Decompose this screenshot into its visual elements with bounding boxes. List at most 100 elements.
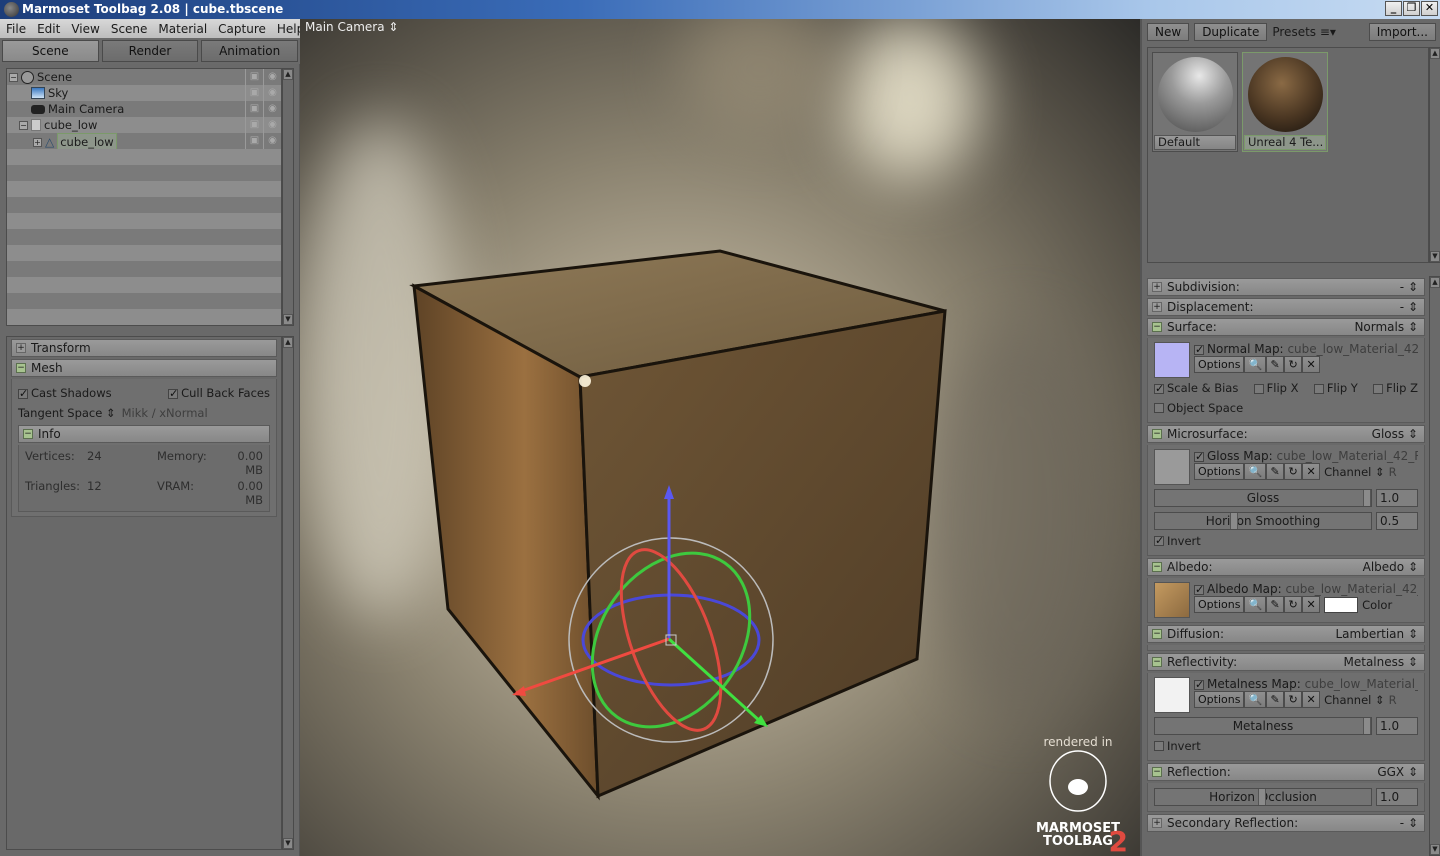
close-button[interactable]: ✕ [1421,1,1438,16]
menu-scene[interactable]: Scene [111,22,148,36]
section-surface[interactable]: − Surface: Normals ⇕ [1147,318,1425,336]
lock-icon[interactable]: ▣ [245,69,263,85]
remove-icon[interactable]: ✕ [1302,596,1321,613]
section-reflectivity[interactable]: − Reflectivity: Metalness ⇕ [1147,653,1425,671]
eye-icon[interactable]: ◉ [263,101,281,117]
remove-icon[interactable]: ✕ [1302,356,1321,373]
material-properties-scrollbar[interactable]: ▲ ▼ [1429,276,1440,856]
search-icon[interactable]: 🔍 [1244,463,1267,480]
subdivision-select[interactable]: - ⇕ [1400,280,1418,294]
minimize-button[interactable]: _ [1385,1,1402,16]
cull-back-faces-checkbox[interactable]: Cull Back Faces [168,386,270,400]
normal-map-thumbnail[interactable] [1154,342,1190,378]
section-info[interactable]: − Info [18,425,270,443]
metalness-invert-checkbox[interactable]: Invert [1154,736,1418,756]
import-button[interactable]: Import... [1368,23,1436,41]
search-icon[interactable]: 🔍 [1244,691,1267,708]
secondary-reflection-select[interactable]: - ⇕ [1400,816,1418,830]
lock-icon[interactable]: ▣ [245,117,263,133]
search-icon[interactable]: 🔍 [1244,596,1267,613]
menu-capture[interactable]: Capture [218,22,266,36]
collapse-toggle[interactable]: − [9,72,18,82]
metalness-map-checkbox[interactable] [1194,678,1204,691]
options-button[interactable]: Options [1194,691,1245,708]
section-albedo[interactable]: − Albedo: Albedo ⇕ [1147,558,1425,576]
tab-animation[interactable]: Animation [201,40,299,62]
eye-icon[interactable]: ◉ [263,133,281,149]
material-swatch-default[interactable]: Default [1152,52,1238,152]
properties-scrollbar[interactable]: ▲ ▼ [282,336,294,850]
outliner-row-scene[interactable]: − Scene ▣ ◉ [7,69,281,85]
metalness-value-input[interactable]: 1.0 [1376,717,1418,735]
slider-knob[interactable] [1258,789,1266,805]
section-displacement[interactable]: + Displacement: - ⇕ [1147,298,1425,316]
tab-scene[interactable]: Scene [2,40,99,62]
albedo-color-swatch[interactable] [1324,596,1359,613]
edit-icon[interactable]: ✎ [1266,356,1285,373]
section-diffusion[interactable]: − Diffusion: Lambertian ⇕ [1147,625,1425,643]
options-button[interactable]: Options [1194,356,1245,373]
checkbox-checked[interactable] [18,387,28,400]
options-button[interactable]: Options [1194,596,1245,613]
menu-edit[interactable]: Edit [37,22,60,36]
options-button[interactable]: Options [1194,463,1245,480]
slider-knob[interactable] [1230,513,1238,529]
lock-icon[interactable]: ▣ [245,85,263,101]
horizon-occlusion-slider[interactable]: Horizon Occlusion [1154,788,1372,806]
menu-view[interactable]: View [71,22,99,36]
reload-icon[interactable]: ↻ [1284,691,1303,708]
channel-select[interactable]: Channel ⇕ [1324,465,1385,479]
flip-y-checkbox[interactable]: Flip Y [1313,381,1358,395]
normal-map-checkbox[interactable] [1194,343,1204,356]
albedo-map-checkbox[interactable] [1194,583,1204,596]
3d-viewport[interactable]: Main Camera ⇕ rendered in MARMOSET TOOLB… [300,19,1140,856]
channel-select[interactable]: Channel ⇕ [1324,693,1385,707]
expand-toggle[interactable]: + [33,137,42,147]
restore-button[interactable]: ❐ [1403,1,1420,16]
albedo-map-thumbnail[interactable] [1154,582,1190,618]
albedo-select[interactable]: Albedo ⇕ [1363,560,1418,574]
section-microsurface[interactable]: − Microsurface: Gloss ⇕ [1147,425,1425,443]
scroll-up-arrow[interactable]: ▲ [283,337,293,348]
remove-icon[interactable]: ✕ [1302,691,1321,708]
horizon-occlusion-input[interactable]: 1.0 [1376,788,1418,806]
object-space-checkbox[interactable]: Object Space [1154,398,1418,418]
reload-icon[interactable]: ↻ [1284,463,1303,480]
displacement-select[interactable]: - ⇕ [1400,300,1418,314]
gloss-value-input[interactable]: 1.0 [1376,489,1418,507]
edit-icon[interactable]: ✎ [1266,596,1285,613]
tangent-space-value[interactable]: Mikk / xNormal [122,406,208,420]
slider-knob[interactable] [1363,718,1371,734]
scroll-down-arrow[interactable]: ▼ [283,838,293,849]
tangent-space-select[interactable]: Tangent Space ⇕ Mikk / xNormal [18,403,270,423]
eye-icon[interactable]: ◉ [263,117,281,133]
edit-icon[interactable]: ✎ [1266,691,1285,708]
reload-icon[interactable]: ↻ [1284,356,1303,373]
eye-icon[interactable]: ◉ [263,69,281,85]
presets-menu[interactable]: Presets ≡▾ [1272,25,1336,39]
lock-icon[interactable]: ▣ [245,101,263,117]
checkbox-checked[interactable] [168,387,178,400]
metalness-slider[interactable]: Metalness [1154,717,1372,735]
lock-icon[interactable]: ▣ [245,133,263,149]
material-swatch-unreal4[interactable]: Unreal 4 Te... [1242,52,1328,152]
section-transform[interactable]: + Transform [11,339,277,357]
outliner-scrollbar[interactable]: ▲ ▼ [282,68,294,326]
menu-file[interactable]: File [6,22,26,36]
flip-z-checkbox[interactable]: Flip Z [1373,381,1418,395]
menu-material[interactable]: Material [158,22,207,36]
scroll-down-arrow[interactable]: ▼ [1430,844,1440,855]
metalness-map-thumbnail[interactable] [1154,677,1190,713]
gloss-invert-checkbox[interactable]: Invert [1154,531,1418,551]
search-icon[interactable]: 🔍 [1244,356,1267,373]
eye-icon[interactable]: ◉ [263,85,281,101]
section-subdivision[interactable]: + Subdivision: - ⇕ [1147,278,1425,296]
gloss-slider[interactable]: Gloss [1154,489,1372,507]
reflection-select[interactable]: GGX ⇕ [1377,765,1418,779]
horizon-smoothing-slider[interactable]: Horizon Smoothing [1154,512,1372,530]
outliner-row-main-camera[interactable]: Main Camera ▣ ◉ [7,101,281,117]
slider-knob[interactable] [1363,490,1371,506]
scroll-up-arrow[interactable]: ▲ [1430,277,1440,288]
gloss-map-checkbox[interactable] [1194,450,1204,463]
library-scrollbar[interactable]: ▲ ▼ [1429,47,1440,263]
